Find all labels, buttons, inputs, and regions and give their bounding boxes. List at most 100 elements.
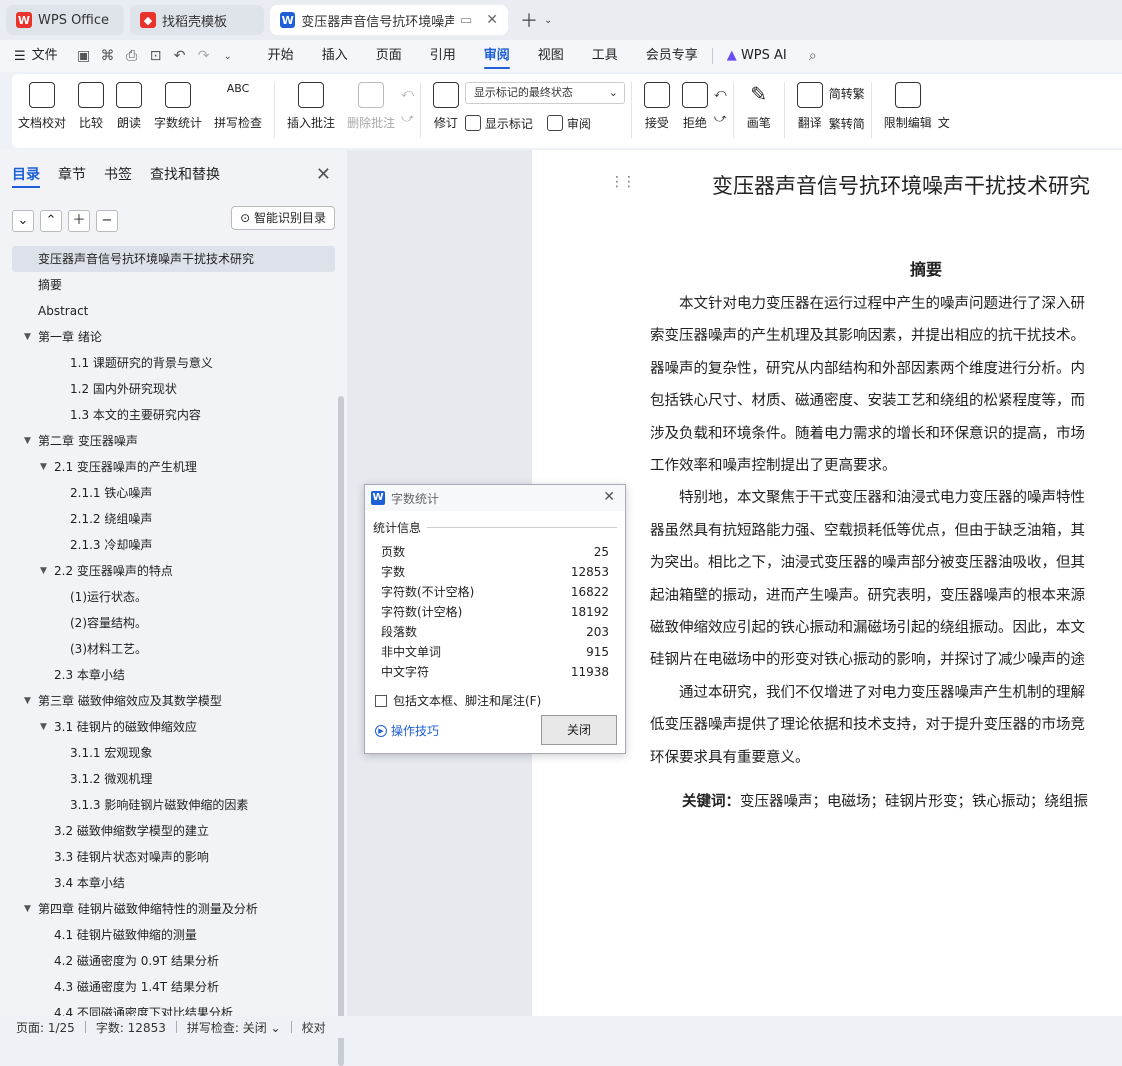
toc-item[interactable]: ▼ 3.1 硅钢片的磁致伸缩效应 [12,714,335,740]
toc-item[interactable]: ▼ 第一章 绪论 [12,324,335,350]
toc-item[interactable]: 2.3 本章小结 [12,662,335,688]
menu-review[interactable]: 审阅 [470,40,524,72]
expand-toggle-icon[interactable]: ▼ [24,688,31,714]
toc-item[interactable]: 摘要 [12,272,335,298]
previous-change-icon[interactable]: ⤺ [714,86,727,101]
toc-item[interactable]: ▼ 2.1 变压器噪声的产生机理 [12,454,335,480]
menu-member[interactable]: 会员专享 [632,40,712,72]
expand-toggle-icon[interactable]: ▼ [40,454,47,480]
spell-check-indicator[interactable]: 拼写检查: 关闭 ⌄ [187,1019,281,1036]
toc-item[interactable]: 变压器声音信号抗环境噪声干扰技术研究 [12,246,335,272]
close-icon[interactable]: ✕ [603,489,615,505]
drag-handle-icon[interactable]: ⋮⋮ [610,174,636,190]
expand-toggle-icon[interactable]: ▼ [24,324,31,350]
accept-button[interactable]: 接受 [638,82,676,131]
toc-item[interactable]: 3.1.2 微观机理 [12,766,335,792]
toc-item[interactable]: ▼ 第三章 磁致伸缩效应及其数学模型 [12,688,335,714]
word-count-indicator[interactable]: 字数: 12853 [96,1019,166,1036]
new-tab-icon[interactable]: ＋ [520,7,538,33]
toc-item[interactable]: (3)材料工艺。 [12,636,335,662]
revise-button[interactable]: 修订 [427,82,465,131]
share-icon[interactable]: ⌘ [96,48,120,64]
expand-toggle-icon[interactable]: ▼ [40,558,47,584]
chevron-down-icon[interactable]: ⌄ [12,210,34,232]
smart-toc-button[interactable]: ⊙ 智能识别目录 [231,206,335,230]
to-traditional-button[interactable]: 简转繁 [829,82,865,104]
read-aloud-button[interactable]: 朗读 [110,82,148,131]
hamburger-icon[interactable]: ☰ [14,49,26,64]
chevron-down-icon[interactable]: ⌄ [544,15,552,26]
toc-item[interactable]: 1.1 课题研究的背景与意义 [12,350,335,376]
toc-item[interactable]: (2)容量结构。 [12,610,335,636]
previous-comment-icon[interactable]: ⤺ [401,86,414,101]
toc-item[interactable]: 1.2 国内外研究现状 [12,376,335,402]
menu-references[interactable]: 引用 [416,40,470,72]
minus-icon[interactable]: − [96,210,118,232]
wps-ai-button[interactable]: ▲ WPS AI [713,40,801,72]
toc-item[interactable]: 1.3 本文的主要研究内容 [12,402,335,428]
show-markup-button[interactable]: 显示标记 [464,112,533,134]
toc-item[interactable]: ▼ 第四章 硅钢片磁致伸缩特性的测量及分析 [12,896,335,922]
next-comment-icon[interactable]: ⤻ [401,111,414,126]
tab-sections[interactable]: 章节 [58,164,86,194]
plus-icon[interactable]: ＋ [68,210,90,232]
reject-button[interactable]: 拒绝 [676,82,714,131]
print-icon[interactable]: ⎙ [120,48,144,64]
restrict-edit-button[interactable]: 限制编辑 [878,82,938,131]
spell-check-button[interactable]: ABC 拼写检查 [208,82,268,131]
toc-item[interactable]: ▼ 2.2 变压器噪声的特点 [12,558,335,584]
review-pane-button[interactable]: 审阅 [546,112,591,134]
menu-file[interactable]: 文件 [26,40,72,72]
compare-button[interactable]: 比较 [72,82,110,131]
toc-item[interactable]: 2.1.3 冷却噪声 [12,532,335,558]
toc-item[interactable]: ▼ 第二章 变压器噪声 [12,428,335,454]
toc-item[interactable]: 3.2 磁致伸缩数学模型的建立 [12,818,335,844]
tab-wps-office[interactable]: W WPS Office [6,5,124,35]
chevron-up-icon[interactable]: ⌃ [40,210,62,232]
chevron-down-icon[interactable]: ⌄ [216,51,240,62]
close-icon[interactable]: ✕ [316,164,331,185]
more-button[interactable]: 文 [938,82,950,131]
tab-toc[interactable]: 目录 [12,164,40,188]
undo-icon[interactable]: ↶ [168,48,192,64]
expand-toggle-icon[interactable]: ▼ [40,714,47,740]
menu-view[interactable]: 视图 [524,40,578,72]
toc-item[interactable]: 2.1.2 绕组噪声 [12,506,335,532]
menu-insert[interactable]: 插入 [308,40,362,72]
expand-toggle-icon[interactable]: ▼ [24,428,31,454]
translate-button[interactable]: 翻译 [791,82,829,131]
toc-item[interactable]: 3.3 硅钢片状态对噪声的影响 [12,844,335,870]
redo-icon[interactable]: ↷ [192,48,216,64]
toc-item[interactable]: 4.2 磁通密度为 0.9T 结果分析 [12,948,335,974]
toc-item[interactable]: 3.1.1 宏观现象 [12,740,335,766]
proofread-indicator[interactable]: 校对 [302,1019,326,1036]
tab-current-document[interactable]: W 变压器声音信号抗环境噪声干扰 ▭ ✕ [270,5,508,35]
toc-item[interactable]: 2.1.1 铁心噪声 [12,480,335,506]
tab-bookmarks[interactable]: 书签 [104,164,132,194]
markup-state-select[interactable]: 显示标记的最终状态 ⌄ [464,82,625,104]
toc-item[interactable]: Abstract [12,298,335,324]
tab-docer-templates[interactable]: ◆ 找稻壳模板 [130,5,264,35]
to-simplified-button[interactable]: 繁转简 [829,112,865,134]
delete-comment-button[interactable]: 删除批注 [341,82,401,131]
menu-page[interactable]: 页面 [362,40,416,72]
checkbox-box[interactable] [375,694,387,707]
scrollbar[interactable] [338,396,344,1066]
menu-home[interactable]: 开始 [254,40,308,72]
expand-toggle-icon[interactable]: ▼ [24,896,31,922]
word-count-button[interactable]: 字数统计 [148,82,208,131]
toc-item[interactable]: 3.1.3 影响硅钢片磁致伸缩的因素 [12,792,335,818]
insert-comment-button[interactable]: 插入批注 [281,82,341,131]
toc-item[interactable]: 4.1 硅钢片磁致伸缩的测量 [12,922,335,948]
doc-check-button[interactable]: 文档校对 [12,82,72,131]
toc-item[interactable]: 3.4 本章小结 [12,870,335,896]
toc-item[interactable]: (1)运行状态。 [12,584,335,610]
tab-find-replace[interactable]: 查找和替换 [150,164,220,194]
save-icon[interactable]: ▣ [72,48,96,64]
tips-link[interactable]: ▶ 操作技巧 [375,722,439,739]
ink-button[interactable]: ✎ 画笔 [740,82,778,131]
include-textbox-checkbox[interactable]: 包括文本框、脚注和尾注(F) [365,682,625,709]
next-change-icon[interactable]: ⤻ [714,111,727,126]
menu-tools[interactable]: 工具 [578,40,632,72]
search-icon[interactable]: ⌕ [801,48,825,64]
